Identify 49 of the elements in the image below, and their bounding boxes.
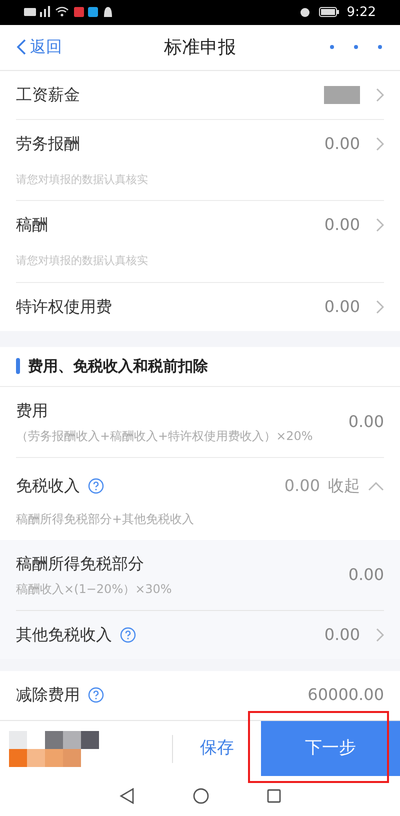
home-circle-icon[interactable] <box>193 788 209 804</box>
section-marker <box>16 358 20 374</box>
next-button[interactable]: 下一步 <box>261 721 400 776</box>
row-label: 劳务报酬 <box>16 132 80 155</box>
help-icon[interactable] <box>120 626 136 643</box>
row-label: 减除费用 <box>16 684 80 706</box>
row-hint: 稿酬所得免税部分+其他免税收入 <box>16 510 196 528</box>
formula-text: 稿酬收入×(1−20%）×30% <box>16 580 172 598</box>
chevron-right-icon <box>376 136 384 151</box>
back-button[interactable]: 返回 <box>16 35 86 60</box>
row-label: 费用 <box>16 400 49 422</box>
chevron-right-icon <box>376 300 384 314</box>
row-label: 免税收入 <box>16 474 80 497</box>
income-row[interactable]: 工资薪金 <box>16 70 384 120</box>
caret-up-icon <box>368 480 384 491</box>
row-hint: 请您对填报的数据认真核实 <box>16 253 149 270</box>
recents-square-icon[interactable] <box>267 789 281 804</box>
row-label: 特许权使用费 <box>16 296 112 318</box>
alarm-icon <box>298 6 311 18</box>
redacted-value-drawing <box>324 86 360 104</box>
row-label: 稿酬 <box>16 214 48 236</box>
back-chevron-icon <box>16 39 26 56</box>
income-row[interactable]: 稿酬 0.00 请您对填报的数据认真核实 <box>16 201 384 283</box>
row-value: 0.00 <box>324 624 360 646</box>
row-label: 工资薪金 <box>16 84 80 106</box>
income-row[interactable]: 特许权使用费 0.00 <box>16 282 384 331</box>
chevron-right-icon <box>376 218 384 232</box>
row-value: 0.00 <box>324 214 360 236</box>
save-button[interactable]: 保存 <box>173 721 261 776</box>
clock-text: 9:22 <box>346 4 376 22</box>
row-hint: 请您对填报的数据认真核实 <box>16 172 149 188</box>
income-row[interactable]: 劳务报酬 0.00 请您对填报的数据认真核实 <box>16 120 384 202</box>
help-icon[interactable] <box>88 478 104 494</box>
back-triangle-icon[interactable] <box>119 788 135 804</box>
battery-icon <box>318 7 339 18</box>
page-title: 标准申报 <box>164 36 236 60</box>
row-value: 0.00 <box>324 132 360 155</box>
row-value: 0.00 <box>324 296 360 318</box>
row-value: 0.00 <box>348 410 384 433</box>
section-title: 费用、免税收入和税前扣除 <box>28 356 208 377</box>
row-value: 60000.00 <box>308 684 384 706</box>
formula-text: （劳务报酬收入+稿酬收入+特许权使用费收入）×20% <box>16 428 313 445</box>
row-label: 其他免税收入 <box>16 624 112 646</box>
row-value: 0.00 <box>348 564 384 586</box>
chevron-right-icon <box>376 88 384 102</box>
row-label: 稿酬所得免税部分 <box>16 552 144 575</box>
help-icon[interactable] <box>88 687 104 704</box>
chevron-right-icon <box>376 628 384 642</box>
row-value: 0.00 <box>284 474 320 497</box>
